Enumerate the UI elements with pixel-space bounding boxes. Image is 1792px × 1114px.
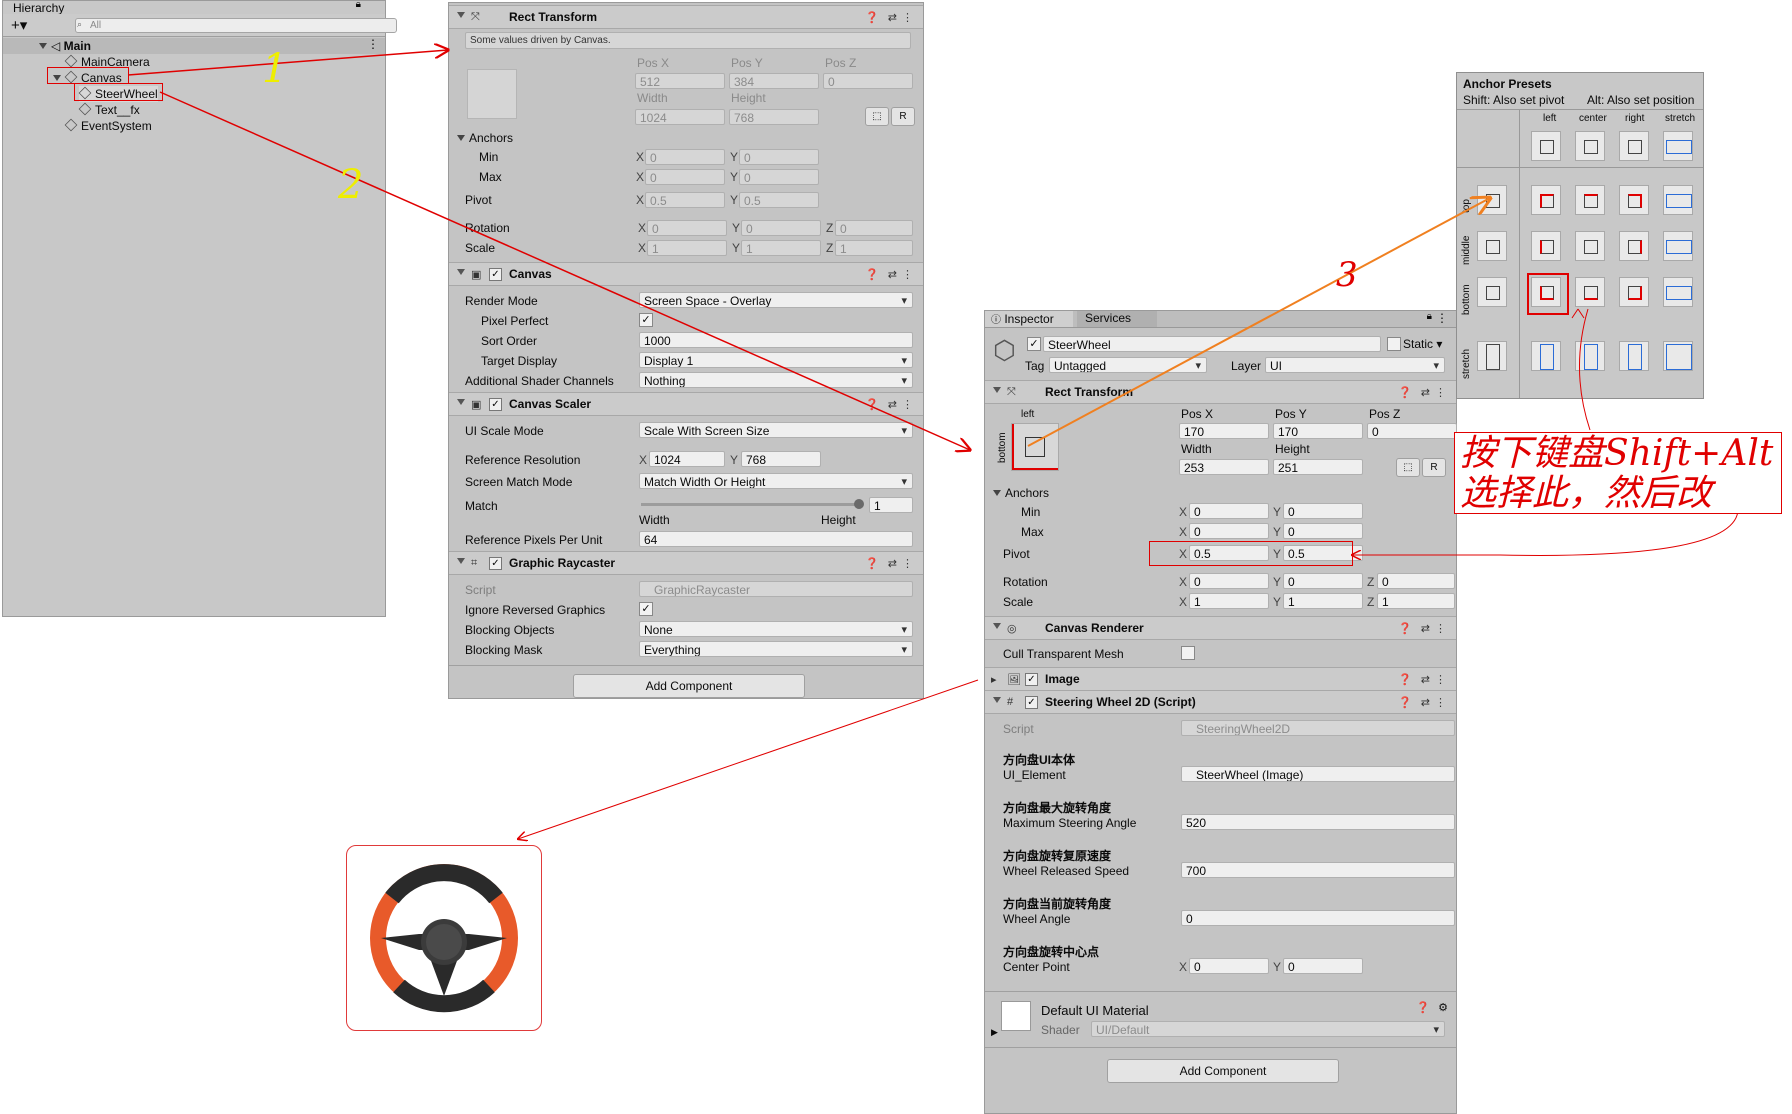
step-3-label: 3: [1336, 255, 1358, 295]
note-line-2: 选择此，然后改: [1460, 473, 1713, 514]
arrow-to-wheel: [518, 679, 979, 839]
arrow-2: [159, 91, 970, 450]
arrow-3: [1027, 198, 1490, 447]
step-1-label: 1: [262, 46, 288, 92]
arrow-1: [127, 50, 448, 76]
arrow-note-to-preset: [1579, 308, 1591, 431]
annotation-arrows: [127, 0, 1739, 1112]
step-2-label: 2: [338, 162, 364, 208]
note-line-1: 按下键盘Shift+Alt: [1460, 433, 1774, 474]
